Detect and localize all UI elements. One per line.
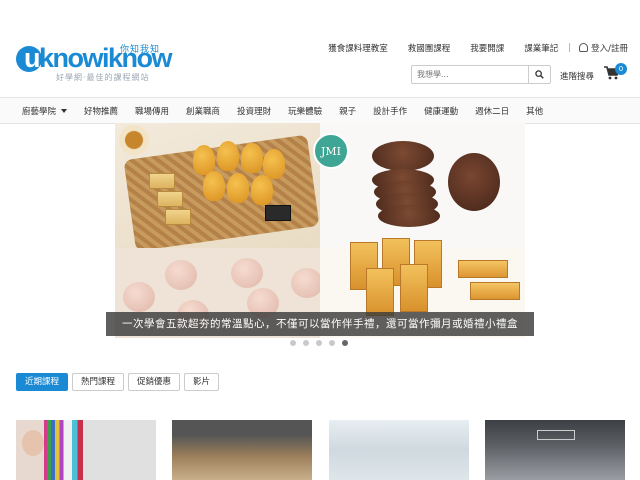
search-box [411, 65, 551, 84]
nav-item-leisure[interactable]: 玩樂體驗 [288, 105, 322, 117]
portrait-graphic [22, 430, 44, 456]
nav-item-investment[interactable]: 投資理財 [237, 105, 271, 117]
advanced-search-link[interactable]: 進階搜尋 [560, 70, 594, 82]
nav-item-career[interactable]: 職場傳用 [135, 105, 169, 117]
site-logo[interactable]: uknowiknow 你知我知 好學網‧最佳的課程網站 [16, 42, 173, 82]
madeleine-graphic [227, 173, 249, 203]
teacup-graphic [119, 125, 149, 155]
tab-recent-courses[interactable]: 近期課程 [16, 373, 69, 391]
snowball-cookie-graphic [231, 258, 263, 288]
financier-graphic [165, 209, 191, 225]
carousel-pagination [290, 340, 355, 346]
snowball-cookie-graphic [123, 282, 155, 312]
carousel-dot-5[interactable] [342, 340, 348, 346]
tab-videos[interactable]: 影片 [184, 373, 220, 391]
carousel-caption: 一次學會五款超夯的常溫點心，不僅可以當作伴手禮，還可當作彌月或婚禮小禮盒 [106, 312, 534, 336]
search-icon [535, 70, 544, 79]
hero-carousel[interactable]: JMI [115, 123, 525, 338]
cookie-graphic [448, 153, 500, 211]
logo-chinese-name: 你知我知 [120, 45, 161, 55]
carousel-dot-3[interactable] [316, 340, 322, 346]
dark-cake-graphic [265, 205, 291, 221]
carousel-dot-1[interactable] [290, 340, 296, 346]
search-input[interactable] [412, 66, 528, 83]
tab-popular-courses[interactable]: 熱門課程 [72, 373, 125, 391]
madeleine-graphic [251, 175, 273, 205]
chevron-down-icon [61, 108, 68, 113]
tab-promotions[interactable]: 促銷優惠 [128, 373, 181, 391]
nav-item-business[interactable]: 創業職商 [186, 105, 220, 117]
course-tabs: 近期課程 熱門課程 促銷優惠 影片 [16, 373, 223, 391]
jmi-brand-badge: JMI [313, 133, 349, 169]
madeleine-graphic [263, 149, 285, 179]
top-link-cooking-class[interactable]: 獲食課料理教室 [328, 42, 388, 54]
login-register-link[interactable]: 登入/註冊 [579, 42, 628, 54]
nav-item-cooking[interactable]: 廚藝學院 [22, 105, 68, 117]
logo-tagline: 好學網‧最佳的課程網站 [56, 73, 150, 82]
financier-graphic [400, 264, 428, 312]
nav-item-design-craft[interactable]: 設計手作 [373, 105, 407, 117]
course-card-thumbnail[interactable] [16, 420, 156, 480]
financier-graphic [470, 282, 520, 300]
cookie-graphic [378, 205, 440, 227]
category-nav: 廚藝學院 好物推薦 職場傳用 創業職商 投資理財 玩樂體驗 親子 設計手作 健康… [0, 97, 640, 124]
madeleine-graphic [203, 171, 225, 201]
snowball-cookie-graphic [291, 268, 323, 298]
top-links-bar: 獲食課料理教室 救國團課程 我要開課 課業筆記 | 登入/註冊 [308, 42, 628, 54]
login-register-label: 登入/註冊 [591, 44, 628, 54]
user-icon [579, 43, 589, 52]
financier-graphic [458, 260, 508, 278]
nav-item-recommended[interactable]: 好物推薦 [84, 105, 118, 117]
nav-item-parenting[interactable]: 親子 [339, 105, 356, 117]
thumbnail-frame-graphic [537, 430, 575, 440]
carousel-dot-4[interactable] [329, 340, 335, 346]
top-links-divider: | [568, 43, 572, 53]
course-card-thumbnail[interactable] [172, 420, 312, 480]
top-link-notes[interactable]: 課業筆記 [524, 42, 558, 54]
course-card-thumbnail[interactable] [485, 420, 625, 480]
nav-item-other[interactable]: 其他 [526, 105, 543, 117]
financier-graphic [149, 173, 175, 189]
carousel-image-madeleines [115, 123, 320, 252]
course-card-thumbnail[interactable] [329, 420, 469, 480]
search-button[interactable] [528, 66, 550, 83]
cookie-graphic [372, 141, 434, 171]
nav-item-weekend[interactable]: 週休二日 [475, 105, 509, 117]
nav-item-health[interactable]: 健康運動 [424, 105, 458, 117]
carousel-image-cookies [320, 123, 525, 248]
top-link-cyc-courses[interactable]: 救國團課程 [408, 42, 451, 54]
madeleine-graphic [217, 141, 239, 171]
carousel-dot-2[interactable] [303, 340, 309, 346]
madeleine-graphic [241, 143, 263, 173]
cart-count-badge: 0 [615, 63, 627, 75]
top-link-open-course[interactable]: 我要開課 [470, 42, 504, 54]
nav-item-cooking-label: 廚藝學院 [22, 106, 57, 117]
snowball-cookie-graphic [165, 260, 197, 290]
financier-graphic [157, 191, 183, 207]
financier-graphic [366, 268, 394, 316]
